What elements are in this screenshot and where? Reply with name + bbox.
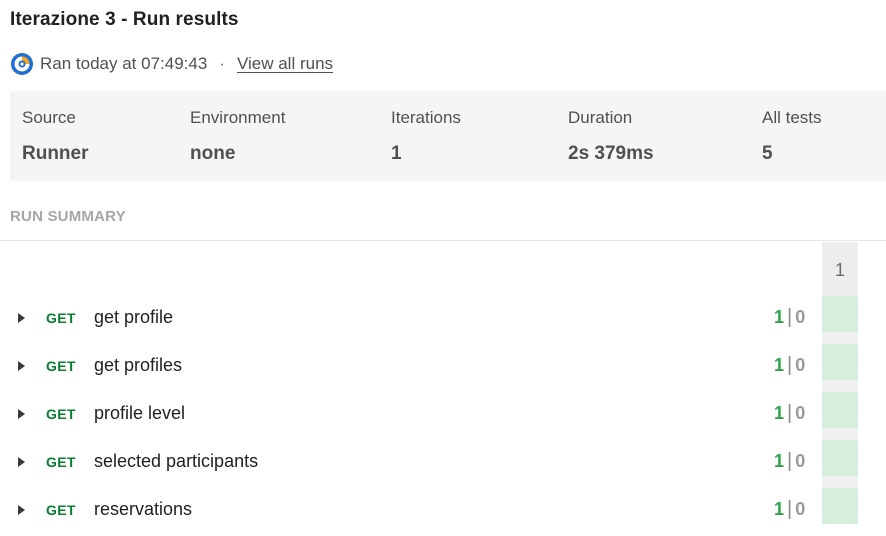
stat-environment: Environment none xyxy=(190,108,285,165)
passed-count: 1 xyxy=(774,451,785,471)
divider xyxy=(0,240,886,241)
stat-environment-value: none xyxy=(190,143,236,164)
failed-count: 0 xyxy=(795,307,806,327)
count-separator: | xyxy=(787,306,793,328)
failed-count: 0 xyxy=(795,451,806,471)
page-title: Iterazione 3 - Run results xyxy=(10,9,239,30)
request-row[interactable]: GET reservations 1 | 0 xyxy=(0,488,886,536)
iteration-cell-gap xyxy=(822,332,858,344)
test-counts: 1 | 0 xyxy=(774,306,805,329)
passed-count: 1 xyxy=(774,307,785,327)
iteration-cell-gap xyxy=(822,380,858,392)
request-method: GET xyxy=(46,502,76,518)
stat-all-tests: All tests 5 xyxy=(762,108,822,165)
expand-caret-icon[interactable] xyxy=(18,313,25,323)
iteration-result-cell[interactable] xyxy=(822,440,858,476)
stat-iterations-value: 1 xyxy=(391,143,402,164)
stat-source-value: Runner xyxy=(22,143,89,164)
expand-caret-icon[interactable] xyxy=(18,505,25,515)
postman-runner-icon xyxy=(10,52,34,76)
count-separator: | xyxy=(787,498,793,520)
stat-environment-label: Environment xyxy=(190,108,286,127)
iteration-result-cell[interactable] xyxy=(822,296,858,332)
request-row[interactable]: GET selected participants 1 | 0 xyxy=(0,440,886,488)
request-name[interactable]: get profile xyxy=(94,307,173,328)
stat-duration-value: 2s 379ms xyxy=(568,143,654,164)
iteration-result-cell[interactable] xyxy=(822,344,858,380)
run-summary-heading: RUN SUMMARY xyxy=(10,208,126,225)
request-name[interactable]: selected participants xyxy=(94,451,258,472)
test-counts: 1 | 0 xyxy=(774,402,805,425)
iteration-cell-gap xyxy=(822,428,858,440)
request-name[interactable]: reservations xyxy=(94,499,192,520)
failed-count: 0 xyxy=(795,355,806,375)
stat-duration: Duration 2s 379ms xyxy=(568,108,654,165)
passed-count: 1 xyxy=(774,355,785,375)
stat-all-tests-label: All tests xyxy=(762,108,822,127)
test-counts: 1 | 0 xyxy=(774,450,805,473)
expand-caret-icon[interactable] xyxy=(18,457,25,467)
ran-timestamp: Ran today at 07:49:43 xyxy=(40,54,208,73)
stat-all-tests-value: 5 xyxy=(762,143,773,164)
iteration-result-cell[interactable] xyxy=(822,392,858,428)
expand-caret-icon[interactable] xyxy=(18,361,25,371)
iteration-result-cell[interactable] xyxy=(822,488,858,524)
request-name[interactable]: get profiles xyxy=(94,355,182,376)
expand-caret-icon[interactable] xyxy=(18,409,25,419)
stat-source: Source Runner xyxy=(22,108,89,165)
count-separator: | xyxy=(787,402,793,424)
view-all-runs-link[interactable]: View all runs xyxy=(237,54,333,74)
failed-count: 0 xyxy=(795,403,806,423)
stat-iterations-label: Iterations xyxy=(391,108,461,127)
passed-count: 1 xyxy=(774,403,785,423)
request-name[interactable]: profile level xyxy=(94,403,185,424)
run-stats-panel: Source Runner Environment none Iteration… xyxy=(10,91,886,181)
stat-iterations: Iterations 1 xyxy=(391,108,461,165)
meta-separator: · xyxy=(219,54,225,73)
request-method: GET xyxy=(46,454,76,470)
test-counts: 1 | 0 xyxy=(774,354,805,377)
request-row[interactable]: GET get profiles 1 | 0 xyxy=(0,344,886,392)
run-meta: Ran today at 07:49:43 · View all runs xyxy=(10,52,333,76)
request-method: GET xyxy=(46,406,76,422)
request-method: GET xyxy=(46,358,76,374)
failed-count: 0 xyxy=(795,499,806,519)
iteration-column-header: 1 xyxy=(822,242,858,298)
stat-duration-label: Duration xyxy=(568,108,633,127)
count-separator: | xyxy=(787,450,793,472)
stat-source-label: Source xyxy=(22,108,76,127)
request-method: GET xyxy=(46,310,76,326)
count-separator: | xyxy=(787,354,793,376)
request-row[interactable]: GET profile level 1 | 0 xyxy=(0,392,886,440)
request-row[interactable]: GET get profile 1 | 0 xyxy=(0,296,886,344)
test-counts: 1 | 0 xyxy=(774,498,805,521)
iteration-cell-gap xyxy=(822,476,858,488)
passed-count: 1 xyxy=(774,499,785,519)
